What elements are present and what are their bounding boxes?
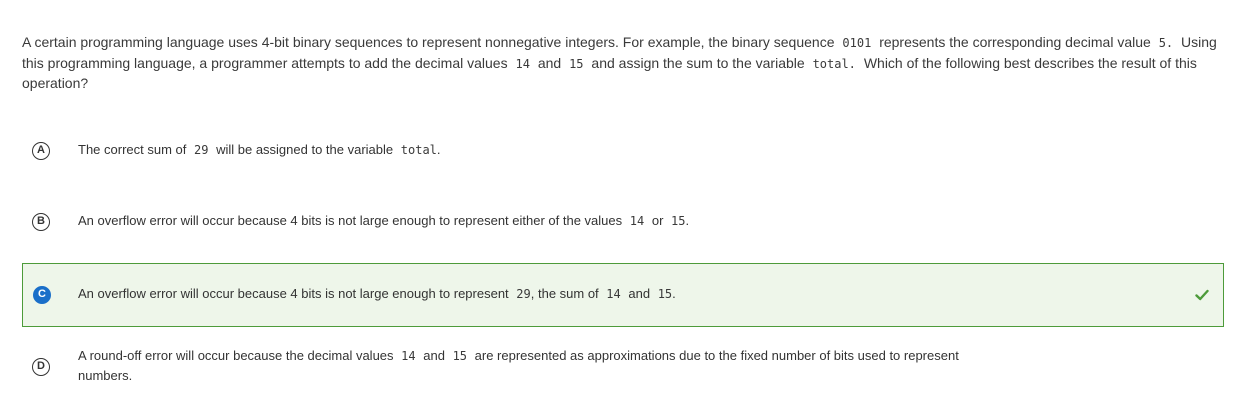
choice-letter-a: A <box>32 142 50 160</box>
choice-code: 15 <box>671 214 686 228</box>
choice-d-text: A round-off error will occur because the… <box>78 346 1078 386</box>
choice-d-line-2: numbers. <box>78 368 133 383</box>
choice-text-part: or <box>651 213 664 228</box>
choice-a-text: The correct sum of 29 will be assigned t… <box>78 140 441 160</box>
check-icon <box>1195 289 1209 301</box>
choice-text-part: and <box>423 348 445 363</box>
choice-letter-d: D <box>32 358 50 376</box>
choice-text-part: are represented as approximations due to… <box>474 348 959 363</box>
choice-text-part: . <box>685 213 690 228</box>
choice-b-text: An overflow error will occur because 4 b… <box>78 211 689 231</box>
choice-code: total <box>400 143 437 157</box>
choice-text-part: . <box>672 286 676 301</box>
question-stem: A certain programming language uses 4-bi… <box>22 33 1222 94</box>
choice-code: 14 <box>629 214 645 228</box>
choice-c[interactable]: C An overflow error will occur because 4… <box>22 263 1224 327</box>
choice-code: 14 <box>606 287 621 301</box>
question-text: and assign the sum to the variable <box>591 54 805 71</box>
choice-b[interactable]: B An overflow error will occur because 4… <box>22 205 1224 239</box>
choice-text-part: A round-off error will occur because the… <box>78 348 394 363</box>
choice-text-part: . <box>436 142 441 157</box>
question-text: represents the corresponding decimal val… <box>879 34 1151 50</box>
choice-text-part: An overflow error will occur because 4 b… <box>78 286 509 301</box>
code-decimal: 5. <box>1158 36 1174 50</box>
code-variable: total. <box>812 56 856 71</box>
choice-text-part: will be assigned to the variable <box>216 142 394 157</box>
choice-text-part: , the sum of <box>530 286 599 301</box>
choice-code: 14 <box>401 349 416 363</box>
choice-code: 29 <box>516 287 531 301</box>
choice-d-line-1: A round-off error will occur because the… <box>78 346 1078 366</box>
code-value: 14 <box>515 56 530 71</box>
choice-code: 29 <box>194 143 209 157</box>
question-text: and <box>537 54 562 71</box>
choice-c-text: An overflow error will occur because 4 b… <box>78 284 676 304</box>
choice-d[interactable]: D A round-off error will occur because t… <box>22 344 1224 392</box>
choice-text-part: and <box>628 286 651 301</box>
choice-code: 15 <box>657 287 673 301</box>
choice-a[interactable]: A The correct sum of 29 will be assigned… <box>22 134 1224 168</box>
code-binary: 0101 <box>842 36 872 50</box>
code-value: 15 <box>569 56 584 71</box>
choice-text-part: An overflow error will occur because 4 b… <box>78 213 623 228</box>
choice-letter-c: C <box>33 286 51 304</box>
choice-code: 15 <box>452 349 468 363</box>
choice-text-part: The correct sum of <box>78 142 187 157</box>
question-text: A certain programming language uses 4-bi… <box>22 34 835 50</box>
choice-letter-b: B <box>32 213 50 231</box>
